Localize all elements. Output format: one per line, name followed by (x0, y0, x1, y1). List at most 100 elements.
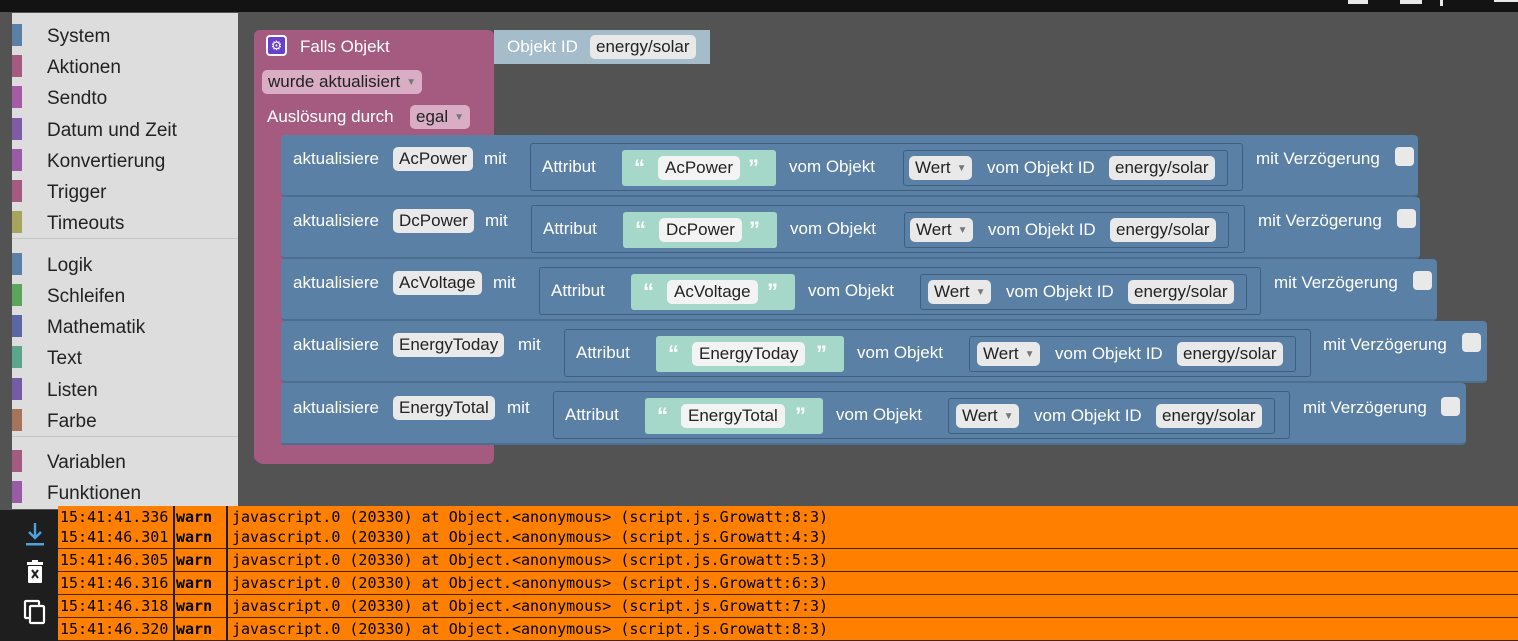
get-value-block[interactable]: Wert ▼ vom Objekt ID energy/solar (903, 150, 1228, 186)
pin-icon[interactable] (1440, 0, 1443, 6)
text-block[interactable]: “ EnergyTotal ” (645, 398, 823, 434)
delete-log-icon[interactable] (14, 552, 56, 592)
object-id-field[interactable]: energy/solar (1110, 218, 1216, 242)
wert-dropdown[interactable]: Wert ▼ (910, 218, 974, 242)
delay-label: mit Verzögerung (1258, 211, 1382, 230)
update-block-acvoltage[interactable]: aktualisiere AcVoltage mit Attribut “ Ac… (281, 259, 1437, 321)
trigger-block-foot (254, 448, 494, 464)
category-label: Sendto (47, 88, 108, 109)
wert-dropdown[interactable]: Wert ▼ (956, 404, 1020, 428)
text-field[interactable]: EnergyTotal (681, 404, 785, 428)
ausloesung-value: egal (416, 107, 449, 126)
get-value-block[interactable]: Wert ▼ vom Objekt ID energy/solar (969, 336, 1296, 372)
get-attribute-block[interactable]: Attribut “ AcPower ” vom Objekt Wert ▼ vo… (530, 143, 1243, 191)
category-label: Variablen (47, 452, 126, 473)
log-row: 15:41:46.305 warn javascript.0 (20330) at … (58, 549, 1518, 572)
fullscreen-icon[interactable] (1400, 0, 1422, 4)
gear-icon[interactable]: ⚙ (266, 35, 287, 56)
window-icon[interactable] (1348, 0, 1368, 4)
ausloesung-dropdown[interactable]: egal ▼ (410, 105, 471, 129)
category-label: Datum und Zeit (47, 120, 177, 141)
object-id-field[interactable]: energy/solar (1177, 342, 1283, 366)
toolbox-category-farbe[interactable]: Farbe (12, 405, 238, 433)
toolbox-category-mathematik[interactable]: Mathematik (12, 311, 238, 339)
text-block[interactable]: “ AcPower ” (622, 150, 776, 186)
toolbox-category-text[interactable]: Text (12, 342, 238, 370)
vom-objekt-id-label: vom Objekt ID (988, 220, 1096, 239)
toolbox-category-datum-und-zeit[interactable]: Datum und Zeit (12, 114, 238, 142)
state-name-field[interactable]: AcVoltage (393, 271, 482, 295)
update-label: aktualisiere (293, 335, 379, 354)
delay-checkbox[interactable] (1397, 209, 1416, 228)
toolbox-category-konvertierung[interactable]: Konvertierung (12, 145, 238, 173)
wert-value: Wert (962, 406, 998, 425)
text-block[interactable]: “ AcVoltage ” (631, 274, 795, 310)
trigger-block-spine (254, 30, 280, 464)
update-label: aktualisiere (293, 149, 379, 168)
toolbox-category-logik[interactable]: Logik (12, 249, 238, 277)
object-id-field[interactable]: energy/solar (590, 35, 696, 59)
delay-checkbox[interactable] (1395, 147, 1414, 166)
text-block[interactable]: “ EnergyToday ” (656, 336, 844, 372)
wert-dropdown[interactable]: Wert ▼ (909, 156, 973, 180)
get-value-block[interactable]: Wert ▼ vom Objekt ID energy/solar (904, 212, 1229, 248)
toolbox-category-listen[interactable]: Listen (12, 374, 238, 402)
wert-value: Wert (915, 158, 951, 177)
minimize-icon[interactable] (1494, 0, 1518, 2)
delay-checkbox[interactable] (1462, 333, 1481, 352)
toolbox-category-funktionen[interactable]: Funktionen (12, 477, 238, 505)
vom-objekt-id-label: vom Objekt ID (1006, 282, 1114, 301)
state-name-field[interactable]: EnergyToday (393, 333, 505, 357)
get-value-block[interactable]: Wert ▼ vom Objekt ID energy/solar (948, 398, 1275, 434)
copy-log-icon[interactable] (14, 592, 56, 632)
condition-dropdown[interactable]: wurde aktualisiert ▼ (262, 70, 423, 94)
text-field[interactable]: EnergyToday (692, 342, 806, 366)
get-attribute-block[interactable]: Attribut “ EnergyToday ” vom Objekt Wert… (564, 329, 1311, 377)
get-attribute-block[interactable]: Attribut “ AcVoltage ” vom Objekt Wert ▼ … (539, 267, 1261, 315)
state-name-field[interactable]: DcPower (393, 209, 474, 233)
log-message: javascript.0 (20330) at Object.<anonymou… (232, 528, 829, 546)
category-label: Trigger (47, 182, 107, 203)
toolbox-category-system[interactable]: System (12, 20, 238, 48)
chevron-down-icon: ▼ (406, 77, 417, 88)
log-message: javascript.0 (20330) at Object.<anonymou… (232, 597, 829, 615)
object-id-block[interactable]: Objekt ID energy/solar (494, 30, 710, 64)
log-message: javascript.0 (20330) at Object.<anonymou… (232, 574, 829, 592)
update-block-energytoday[interactable]: aktualisiere EnergyToday mit Attribut “ … (281, 321, 1487, 383)
attribut-label: Attribut (542, 157, 596, 176)
toolbox-category-aktionen[interactable]: Aktionen (12, 51, 238, 79)
delay-checkbox[interactable] (1413, 271, 1432, 290)
vom-objekt-label: vom Objekt (790, 219, 876, 238)
category-label: Konvertierung (47, 151, 166, 172)
toolbox-category-timeouts[interactable]: Timeouts (12, 207, 238, 235)
object-id-field[interactable]: energy/solar (1156, 404, 1262, 428)
update-block-energytotal[interactable]: aktualisiere EnergyTotal mit Attribut “ … (281, 383, 1466, 445)
text-field[interactable]: AcPower (658, 156, 741, 180)
chevron-down-icon: ▼ (454, 112, 465, 123)
delay-checkbox[interactable] (1441, 397, 1460, 416)
toolbox-category-sendto[interactable]: Sendto (12, 82, 238, 110)
update-block-dcpower[interactable]: aktualisiere DcPower mit Attribut “ DcPo… (281, 197, 1420, 259)
toolbox-category-variablen[interactable]: Variablen (12, 446, 238, 474)
state-name-field[interactable]: AcPower (393, 147, 474, 171)
text-field[interactable]: DcPower (659, 218, 742, 242)
vom-objekt-id-label: vom Objekt ID (1034, 406, 1142, 425)
state-name-field[interactable]: EnergyTotal (393, 396, 495, 420)
object-id-field[interactable]: energy/solar (1128, 280, 1234, 304)
text-block[interactable]: “ DcPower ” (623, 212, 777, 248)
scroll-to-bottom-icon[interactable] (14, 514, 56, 554)
toolbox-category-schleifen[interactable]: Schleifen (12, 280, 238, 308)
wert-dropdown[interactable]: Wert ▼ (977, 342, 1041, 366)
log-message: javascript.0 (20330) at Object.<anonymou… (232, 551, 829, 569)
blockly-toolbox: System Aktionen Sendto Datum und Zeit Ko… (12, 13, 238, 509)
get-attribute-block[interactable]: Attribut “ DcPower ” vom Objekt Wert ▼ vo… (531, 205, 1245, 253)
toolbox-category-trigger[interactable]: Trigger (12, 176, 238, 204)
object-id-field[interactable]: energy/solar (1109, 156, 1215, 180)
wert-dropdown[interactable]: Wert ▼ (928, 280, 992, 304)
log-time: 15:41:46.316 (60, 574, 169, 592)
text-field[interactable]: AcVoltage (667, 280, 758, 304)
get-attribute-block[interactable]: Attribut “ EnergyTotal ” vom Objekt Wert… (553, 391, 1290, 439)
get-value-block[interactable]: Wert ▼ vom Objekt ID energy/solar (920, 274, 1247, 310)
update-block-acpower[interactable]: aktualisiere AcPower mit Attribut “ AcPo… (281, 135, 1418, 197)
category-label: Farbe (47, 411, 97, 432)
